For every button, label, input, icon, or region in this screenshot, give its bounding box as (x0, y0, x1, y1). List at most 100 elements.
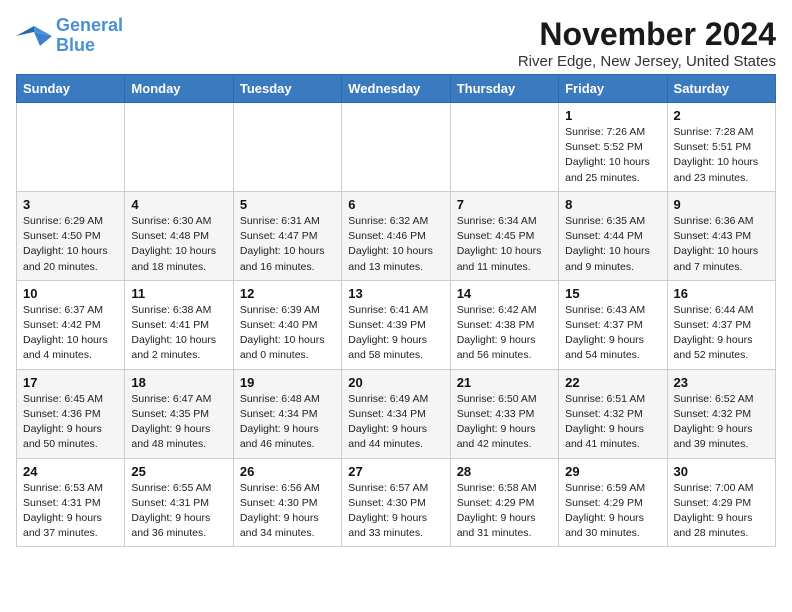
calendar-cell: 2 Sunrise: 7:28 AM Sunset: 5:51 PM Daylig… (667, 103, 775, 192)
calendar-cell: 30 Sunrise: 7:00 AM Sunset: 4:29 PM Dayli… (667, 458, 775, 547)
weekday-header: Saturday (667, 75, 775, 103)
calendar-cell: 3 Sunrise: 6:29 AM Sunset: 4:50 PM Daylig… (17, 191, 125, 280)
calendar-cell: 22Sunrise: 6:51 AM Sunset: 4:32 PM Dayli… (559, 369, 667, 458)
day-number: 9 (674, 197, 769, 212)
day-info: Sunrise: 6:58 AM Sunset: 4:29 PM Dayligh… (457, 481, 552, 542)
calendar-cell (342, 103, 450, 192)
day-number: 3 (23, 197, 118, 212)
calendar-cell: 15 Sunrise: 6:43 AM Sunset: 4:37 PM Dayli… (559, 280, 667, 369)
calendar-cell (450, 103, 558, 192)
day-number: 21 (457, 375, 552, 390)
day-info: Sunrise: 6:52 AM Sunset: 4:32 PM Dayligh… (674, 392, 769, 453)
calendar-week-row: 24Sunrise: 6:53 AM Sunset: 4:31 PM Dayli… (17, 458, 776, 547)
calendar-cell: 6 Sunrise: 6:32 AM Sunset: 4:46 PM Daylig… (342, 191, 450, 280)
day-info: Sunrise: 6:49 AM Sunset: 4:34 PM Dayligh… (348, 392, 443, 453)
calendar-cell: 13 Sunrise: 6:41 AM Sunset: 4:39 PM Dayli… (342, 280, 450, 369)
weekday-header: Wednesday (342, 75, 450, 103)
day-info: Sunrise: 6:34 AM Sunset: 4:45 PM Dayligh… (457, 214, 552, 275)
day-info: Sunrise: 6:43 AM Sunset: 4:37 PM Dayligh… (565, 303, 660, 364)
day-number: 27 (348, 464, 443, 479)
calendar-cell (17, 103, 125, 192)
calendar-cell: 4Sunrise: 6:30 AM Sunset: 4:48 PM Daylig… (125, 191, 233, 280)
calendar-cell: 16 Sunrise: 6:44 AM Sunset: 4:37 PM Dayli… (667, 280, 775, 369)
day-info: Sunrise: 7:00 AM Sunset: 4:29 PM Dayligh… (674, 481, 769, 542)
day-number: 30 (674, 464, 769, 479)
day-info: Sunrise: 6:29 AM Sunset: 4:50 PM Dayligh… (23, 214, 118, 275)
calendar-cell: 18 Sunrise: 6:47 AM Sunset: 4:35 PM Dayli… (125, 369, 233, 458)
day-number: 15 (565, 286, 660, 301)
calendar-cell: 20Sunrise: 6:49 AM Sunset: 4:34 PM Dayli… (342, 369, 450, 458)
day-number: 5 (240, 197, 335, 212)
calendar-week-row: 1Sunrise: 7:26 AM Sunset: 5:52 PM Daylig… (17, 103, 776, 192)
day-info: Sunrise: 6:38 AM Sunset: 4:41 PM Dayligh… (131, 303, 226, 364)
day-number: 18 (131, 375, 226, 390)
day-number: 10 (23, 286, 118, 301)
day-number: 19 (240, 375, 335, 390)
day-number: 28 (457, 464, 552, 479)
calendar-table: SundayMondayTuesdayWednesdayThursdayFrid… (16, 74, 776, 547)
day-number: 16 (674, 286, 769, 301)
day-number: 17 (23, 375, 118, 390)
day-number: 8 (565, 197, 660, 212)
day-number: 23 (674, 375, 769, 390)
title-area: November 2024 River Edge, New Jersey, Un… (518, 16, 776, 70)
calendar-cell (125, 103, 233, 192)
day-info: Sunrise: 6:37 AM Sunset: 4:42 PM Dayligh… (23, 303, 118, 364)
calendar-cell: 21 Sunrise: 6:50 AM Sunset: 4:33 PM Dayli… (450, 369, 558, 458)
logo-icon (16, 22, 52, 50)
day-info: Sunrise: 6:32 AM Sunset: 4:46 PM Dayligh… (348, 214, 443, 275)
day-info: Sunrise: 6:35 AM Sunset: 4:44 PM Dayligh… (565, 214, 660, 275)
day-number: 26 (240, 464, 335, 479)
location: River Edge, New Jersey, United States (518, 53, 776, 70)
day-info: Sunrise: 6:55 AM Sunset: 4:31 PM Dayligh… (131, 481, 226, 542)
calendar-cell: 23 Sunrise: 6:52 AM Sunset: 4:32 PM Dayli… (667, 369, 775, 458)
day-info: Sunrise: 7:26 AM Sunset: 5:52 PM Dayligh… (565, 125, 660, 186)
calendar-cell: 12Sunrise: 6:39 AM Sunset: 4:40 PM Dayli… (233, 280, 341, 369)
logo: General Blue (16, 16, 123, 56)
calendar-cell: 27 Sunrise: 6:57 AM Sunset: 4:30 PM Dayli… (342, 458, 450, 547)
day-info: Sunrise: 6:47 AM Sunset: 4:35 PM Dayligh… (131, 392, 226, 453)
day-number: 25 (131, 464, 226, 479)
calendar-cell: 10 Sunrise: 6:37 AM Sunset: 4:42 PM Dayli… (17, 280, 125, 369)
calendar-cell: 9 Sunrise: 6:36 AM Sunset: 4:43 PM Daylig… (667, 191, 775, 280)
calendar-cell: 5Sunrise: 6:31 AM Sunset: 4:47 PM Daylig… (233, 191, 341, 280)
day-info: Sunrise: 6:59 AM Sunset: 4:29 PM Dayligh… (565, 481, 660, 542)
day-number: 7 (457, 197, 552, 212)
day-number: 13 (348, 286, 443, 301)
calendar-cell: 25 Sunrise: 6:55 AM Sunset: 4:31 PM Dayli… (125, 458, 233, 547)
calendar-cell: 17 Sunrise: 6:45 AM Sunset: 4:36 PM Dayli… (17, 369, 125, 458)
calendar-cell (233, 103, 341, 192)
day-number: 6 (348, 197, 443, 212)
weekday-header: Sunday (17, 75, 125, 103)
day-number: 29 (565, 464, 660, 479)
day-number: 14 (457, 286, 552, 301)
weekday-header: Thursday (450, 75, 558, 103)
day-info: Sunrise: 6:39 AM Sunset: 4:40 PM Dayligh… (240, 303, 335, 364)
day-info: Sunrise: 6:57 AM Sunset: 4:30 PM Dayligh… (348, 481, 443, 542)
day-info: Sunrise: 6:56 AM Sunset: 4:30 PM Dayligh… (240, 481, 335, 542)
calendar-week-row: 17 Sunrise: 6:45 AM Sunset: 4:36 PM Dayli… (17, 369, 776, 458)
calendar-cell: 24Sunrise: 6:53 AM Sunset: 4:31 PM Dayli… (17, 458, 125, 547)
day-info: Sunrise: 6:36 AM Sunset: 4:43 PM Dayligh… (674, 214, 769, 275)
day-info: Sunrise: 6:30 AM Sunset: 4:48 PM Dayligh… (131, 214, 226, 275)
calendar-cell: 1Sunrise: 7:26 AM Sunset: 5:52 PM Daylig… (559, 103, 667, 192)
calendar-week-row: 3 Sunrise: 6:29 AM Sunset: 4:50 PM Daylig… (17, 191, 776, 280)
calendar-cell: 8 Sunrise: 6:35 AM Sunset: 4:44 PM Daylig… (559, 191, 667, 280)
month-title: November 2024 (518, 16, 776, 53)
day-number: 11 (131, 286, 226, 301)
day-number: 2 (674, 108, 769, 123)
day-info: Sunrise: 6:45 AM Sunset: 4:36 PM Dayligh… (23, 392, 118, 453)
day-info: Sunrise: 6:50 AM Sunset: 4:33 PM Dayligh… (457, 392, 552, 453)
day-info: Sunrise: 6:44 AM Sunset: 4:37 PM Dayligh… (674, 303, 769, 364)
day-number: 22 (565, 375, 660, 390)
calendar-cell: 14 Sunrise: 6:42 AM Sunset: 4:38 PM Dayli… (450, 280, 558, 369)
day-info: Sunrise: 6:48 AM Sunset: 4:34 PM Dayligh… (240, 392, 335, 453)
calendar-week-row: 10 Sunrise: 6:37 AM Sunset: 4:42 PM Dayli… (17, 280, 776, 369)
calendar-cell: 28 Sunrise: 6:58 AM Sunset: 4:29 PM Dayli… (450, 458, 558, 547)
day-number: 24 (23, 464, 118, 479)
day-info: Sunrise: 6:41 AM Sunset: 4:39 PM Dayligh… (348, 303, 443, 364)
logo-text: General Blue (56, 16, 123, 56)
day-info: Sunrise: 6:42 AM Sunset: 4:38 PM Dayligh… (457, 303, 552, 364)
header: General Blue November 2024 River Edge, N… (16, 16, 776, 70)
day-info: Sunrise: 7:28 AM Sunset: 5:51 PM Dayligh… (674, 125, 769, 186)
